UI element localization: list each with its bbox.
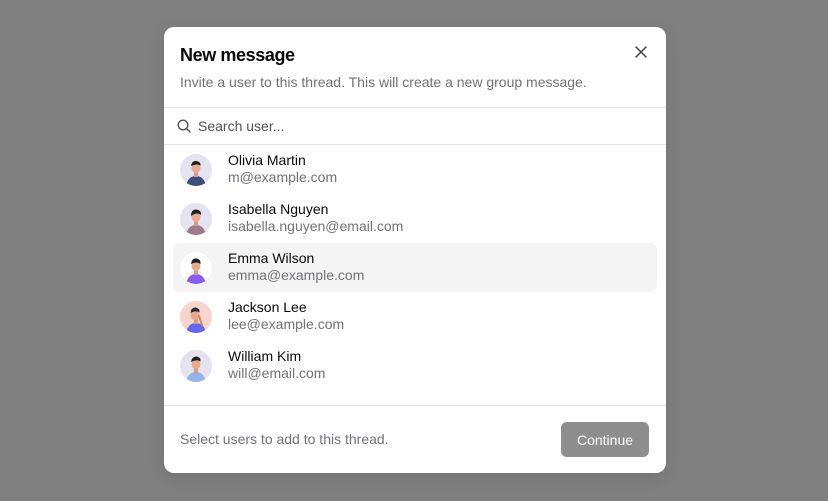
- continue-button[interactable]: Continue: [561, 422, 649, 457]
- user-list: Olivia Martin m@example.com Isabella Ngu…: [164, 145, 666, 405]
- dialog-footer: Select users to add to this thread. Cont…: [164, 405, 666, 473]
- close-icon: [635, 46, 647, 58]
- avatar: [180, 154, 212, 186]
- search-input[interactable]: [198, 113, 648, 139]
- list-item[interactable]: Emma Wilson emma@example.com: [173, 243, 657, 292]
- new-message-dialog: New message Invite a user to this thread…: [164, 27, 666, 473]
- avatar: [180, 301, 212, 333]
- user-email: isabella.nguyen@email.com: [228, 218, 404, 234]
- footer-hint: Select users to add to this thread.: [180, 431, 389, 447]
- close-button[interactable]: [632, 43, 650, 61]
- avatar: [180, 252, 212, 284]
- user-name: Isabella Nguyen: [228, 201, 329, 217]
- search-icon: [177, 119, 191, 133]
- user-email: emma@example.com: [228, 267, 365, 283]
- dialog-header: New message Invite a user to this thread…: [164, 27, 666, 108]
- list-item[interactable]: William Kim will@email.com: [173, 341, 657, 390]
- avatar: [180, 203, 212, 235]
- user-name: Emma Wilson: [228, 250, 315, 266]
- list-item[interactable]: Jackson Lee lee@example.com: [173, 292, 657, 341]
- search-bar: [164, 108, 666, 145]
- dialog-title: New message: [180, 45, 295, 65]
- user-email: m@example.com: [228, 169, 338, 185]
- user-name: Olivia Martin: [228, 152, 306, 168]
- list-item[interactable]: Olivia Martin m@example.com: [173, 145, 657, 194]
- user-name: William Kim: [228, 348, 302, 364]
- dialog-subtitle: Invite a user to this thread. This will …: [180, 74, 587, 90]
- user-email: will@email.com: [228, 365, 326, 381]
- user-name: Jackson Lee: [228, 299, 307, 315]
- list-item[interactable]: Isabella Nguyen isabella.nguyen@email.co…: [173, 194, 657, 243]
- avatar: [180, 350, 212, 382]
- user-email: lee@example.com: [228, 316, 345, 332]
